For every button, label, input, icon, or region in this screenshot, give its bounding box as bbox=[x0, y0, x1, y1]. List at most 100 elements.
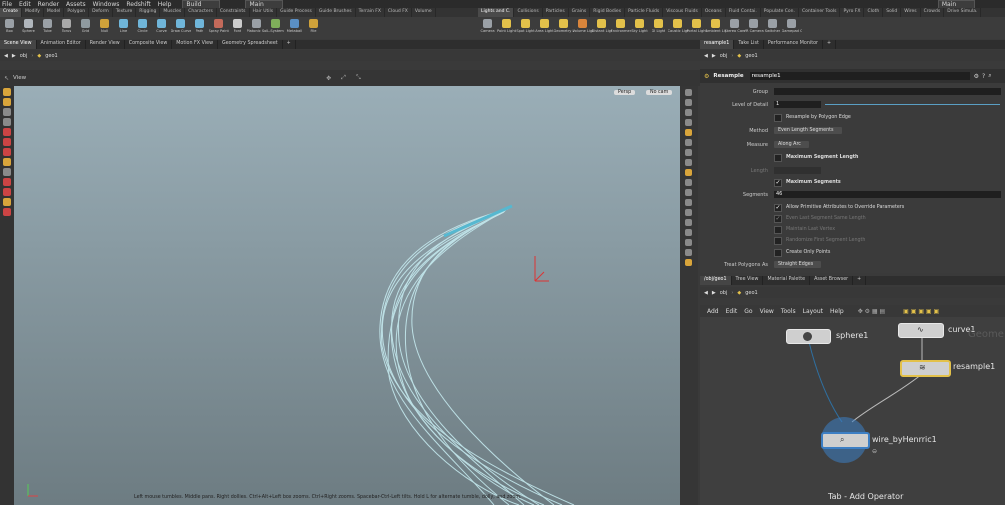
ghost-icon[interactable] bbox=[685, 129, 692, 136]
treat-menu[interactable]: Straight Edges bbox=[774, 261, 822, 268]
shelf-tool[interactable]: Volume Light bbox=[573, 17, 593, 39]
net-tool-icons[interactable]: ✥ ⚙ ▦ ▤ bbox=[858, 308, 885, 315]
shelf-tool[interactable]: Platonic Solids bbox=[247, 17, 267, 39]
select-tool-icon[interactable] bbox=[3, 88, 11, 96]
shelf-tool[interactable]: Path bbox=[190, 17, 209, 39]
method-menu[interactable]: Even Length Segments bbox=[774, 127, 842, 134]
net-obj-path[interactable]: obj bbox=[720, 290, 728, 296]
length-field[interactable] bbox=[774, 167, 821, 174]
lod-slider[interactable] bbox=[825, 104, 1000, 105]
node-name-field[interactable]: resample1 bbox=[749, 72, 970, 80]
magnet-tool-icon[interactable] bbox=[3, 178, 11, 186]
camera-button[interactable]: No cam bbox=[646, 90, 673, 95]
shelf-tool[interactable]: Null bbox=[95, 17, 114, 39]
menu-render[interactable]: Render bbox=[38, 1, 59, 8]
menu-edit[interactable]: Edit bbox=[19, 1, 31, 8]
shelf-tab[interactable]: Lights and C. bbox=[478, 8, 515, 17]
menu-redshift[interactable]: Redshift bbox=[126, 1, 150, 8]
tab-take-list[interactable]: Take List bbox=[734, 40, 764, 49]
tab-animation-editor[interactable]: Animation Editor bbox=[37, 40, 86, 49]
visualize-icon[interactable] bbox=[685, 259, 692, 266]
tab-asset-browser[interactable]: Asset Browser bbox=[810, 276, 854, 285]
wire-icon[interactable] bbox=[685, 159, 692, 166]
flipbook-icon[interactable] bbox=[685, 239, 692, 246]
shelf-tool[interactable]: File bbox=[304, 17, 323, 39]
arrow-tool-icon[interactable] bbox=[3, 118, 11, 126]
shelf-tab[interactable]: Rigid Bodies bbox=[590, 8, 626, 17]
shelf-tool[interactable]: Circle bbox=[133, 17, 152, 39]
paint-tool-icon[interactable] bbox=[3, 148, 11, 156]
shelf-tab[interactable]: Characters bbox=[185, 8, 217, 17]
even-last-checkbox[interactable]: ✓ bbox=[774, 214, 782, 223]
add-tab-icon[interactable]: + bbox=[283, 40, 296, 49]
group-field[interactable] bbox=[774, 88, 1001, 95]
net-geo-path[interactable]: geo1 bbox=[745, 290, 758, 296]
shelf-tool[interactable]: Font bbox=[228, 17, 247, 39]
shelf-tab[interactable]: Drive Simula. bbox=[944, 8, 982, 17]
shelf-tab[interactable]: Volume bbox=[412, 8, 436, 17]
shelf-tab[interactable]: Collisions bbox=[514, 8, 543, 17]
uv-icon[interactable] bbox=[685, 179, 692, 186]
menu-help[interactable]: Help bbox=[158, 1, 172, 8]
param-obj-path[interactable]: obj bbox=[720, 53, 728, 59]
shelf-tab[interactable]: Cloth bbox=[864, 8, 884, 17]
shelf-tab[interactable]: Populate Con. bbox=[761, 8, 799, 17]
add-net-tab-icon[interactable]: + bbox=[853, 276, 867, 285]
sphere1-node[interactable] bbox=[786, 329, 831, 344]
net-menu-go[interactable]: Go bbox=[744, 308, 752, 315]
gear-icon[interactable]: ⚙ bbox=[974, 73, 979, 80]
point-display-icon[interactable] bbox=[685, 139, 692, 146]
shelf-tool[interactable]: Curve bbox=[152, 17, 171, 39]
shelf-tab[interactable]: Hair Utils bbox=[250, 8, 278, 17]
lod-field[interactable]: 1 bbox=[774, 101, 821, 108]
tab-obj-geo1[interactable]: /obj/geo1 bbox=[700, 276, 732, 285]
forward-arrow-icon[interactable]: ▶ bbox=[12, 53, 16, 59]
viewport[interactable]: Persp No cam Left mouse tumbles. Middle … bbox=[14, 86, 680, 505]
shelf-tool[interactable]: Distant Light bbox=[592, 17, 612, 39]
snapshot-icon[interactable] bbox=[685, 209, 692, 216]
pin-tool-icon[interactable] bbox=[3, 138, 11, 146]
wire-node[interactable]: ⌕ bbox=[821, 432, 870, 449]
shelf-tab[interactable]: Modify bbox=[22, 8, 44, 17]
pose-tool-icon[interactable] bbox=[3, 108, 11, 116]
net-display-icons[interactable]: ▣ ▣ ▣ ▣ ▣ bbox=[903, 308, 939, 315]
measure-menu[interactable]: Along Arc bbox=[774, 141, 809, 148]
search-icon[interactable]: ⌕ bbox=[988, 72, 991, 80]
handle-tool-icon[interactable] bbox=[3, 168, 11, 176]
shelf-tab[interactable]: Wires bbox=[901, 8, 921, 17]
help-icon[interactable]: ? bbox=[982, 73, 985, 80]
shelf-tab[interactable]: Container Tools bbox=[799, 8, 841, 17]
net-back-icon[interactable]: ◀ bbox=[704, 290, 708, 296]
target-tool-icon[interactable] bbox=[3, 208, 11, 216]
shelf-tab[interactable]: Pyro FX bbox=[840, 8, 865, 17]
render-tool-icon[interactable] bbox=[3, 198, 11, 206]
select-mode-icon[interactable]: ✥ bbox=[326, 75, 331, 82]
net-forward-icon[interactable]: ▶ bbox=[712, 290, 716, 296]
handle-icon[interactable]: ⤡ bbox=[356, 74, 361, 82]
net-menu-layout[interactable]: Layout bbox=[803, 308, 823, 315]
shelf-tab[interactable]: Model bbox=[44, 8, 65, 17]
shelf-tool[interactable]: Torus bbox=[57, 17, 76, 39]
shelf-tab[interactable]: Particle Fluids bbox=[625, 8, 664, 17]
param-forward-icon[interactable]: ▶ bbox=[712, 53, 716, 59]
net-menu-tools[interactable]: Tools bbox=[781, 308, 796, 315]
render-region-icon[interactable] bbox=[685, 249, 692, 256]
snap-icon[interactable]: ⤢ bbox=[341, 74, 346, 82]
shelf-tool[interactable]: Area Light bbox=[535, 17, 554, 39]
template-icon[interactable] bbox=[685, 169, 692, 176]
by-edge-checkbox[interactable] bbox=[774, 113, 782, 122]
tab-tree-view[interactable]: Tree View bbox=[732, 276, 764, 285]
shelf-tab[interactable]: Fluid Contai. bbox=[726, 8, 761, 17]
shelf-tool[interactable]: Point Light bbox=[497, 17, 516, 39]
lighting-icon[interactable] bbox=[685, 109, 692, 116]
shelf-tool[interactable]: Grid bbox=[76, 17, 95, 39]
view-tool-icon[interactable] bbox=[3, 158, 11, 166]
shelf-tool[interactable]: Camera bbox=[478, 17, 497, 39]
maintain-checkbox[interactable] bbox=[774, 225, 782, 234]
randomize-checkbox[interactable] bbox=[774, 236, 782, 245]
shelf-tab[interactable]: Create bbox=[0, 8, 22, 17]
shelf-tool[interactable]: Stereo Camera bbox=[725, 17, 745, 39]
segments-field[interactable]: 46 bbox=[774, 191, 1001, 198]
shading-icon[interactable] bbox=[685, 119, 692, 126]
shelf-tab[interactable]: Guide Process bbox=[277, 8, 316, 17]
